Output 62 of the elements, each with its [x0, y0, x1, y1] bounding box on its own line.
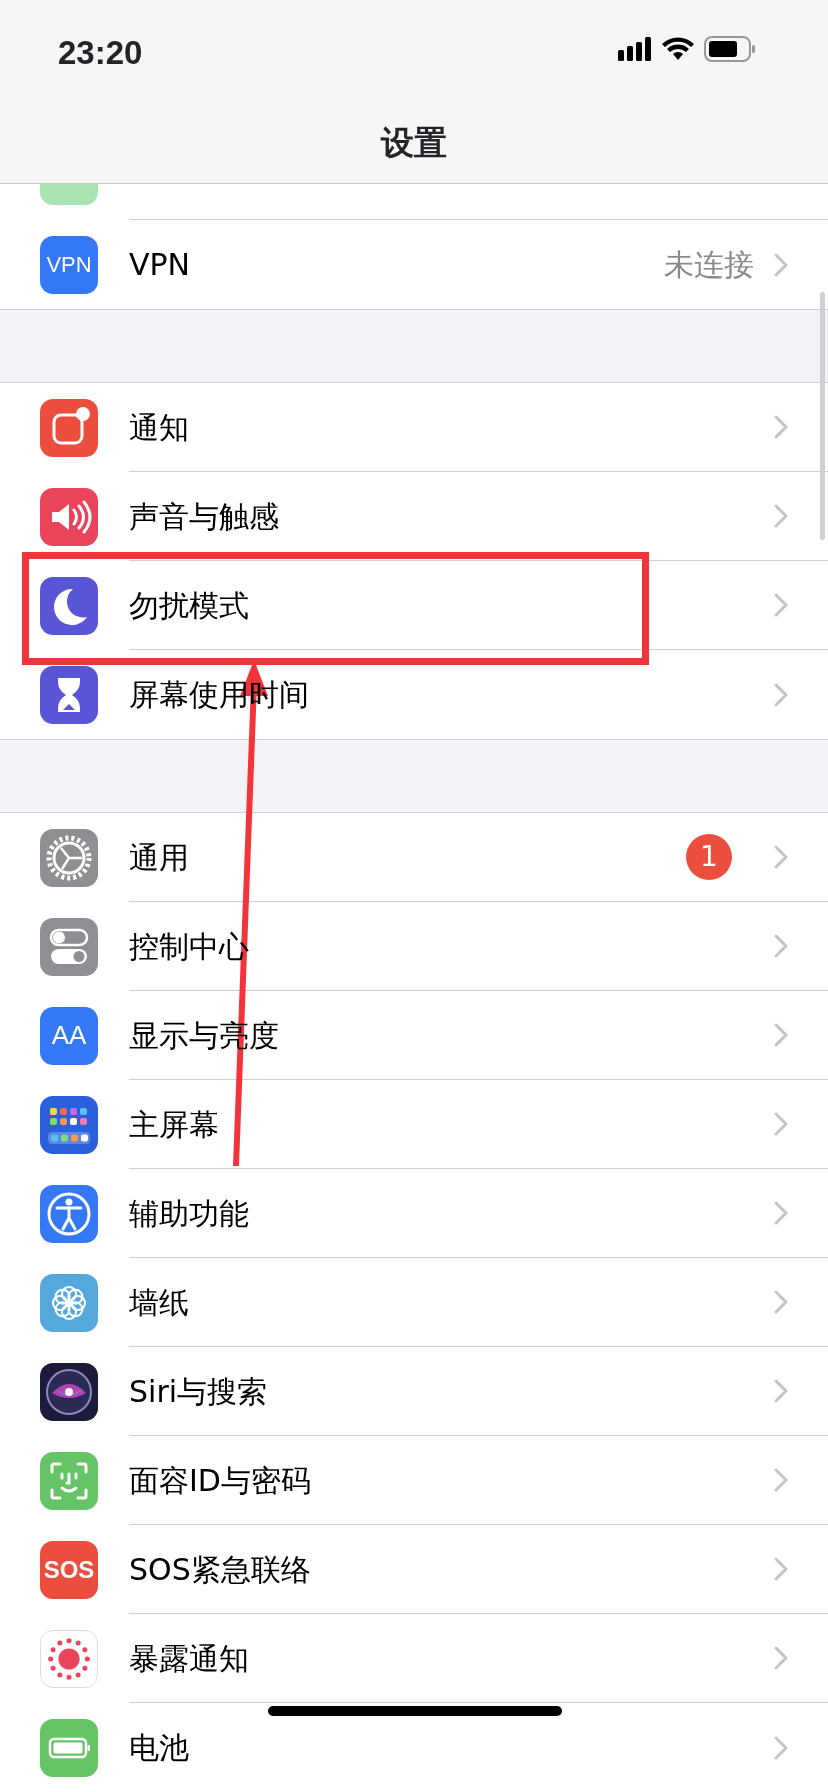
chevron-icon: [774, 682, 788, 707]
wifi-icon: [662, 37, 694, 61]
toggles-icon: [40, 917, 98, 976]
notification-badge: 1: [686, 834, 732, 880]
chevron-icon: [774, 1201, 788, 1225]
row-label: 电池: [129, 1729, 189, 1767]
moon-icon: [40, 576, 98, 635]
accessibility-icon: [40, 1184, 98, 1243]
row-label: 主屏幕: [129, 1105, 219, 1144]
row-label: 墙纸: [129, 1283, 189, 1322]
chevron-icon: [774, 1646, 788, 1670]
row-label: 勿扰模式: [129, 586, 249, 625]
chevron-icon: [774, 1735, 788, 1760]
settings-row[interactable]: VPN 未连接: [129, 220, 828, 309]
chevron-icon: [774, 593, 788, 617]
row-label: SOS紧急联络: [129, 1550, 311, 1589]
speaker-icon: [40, 487, 98, 546]
vpn-icon: VPN: [40, 235, 98, 294]
battery-status-icon: [704, 36, 756, 62]
home-screen-icon: [40, 1095, 98, 1154]
row-label: VPN: [129, 246, 191, 284]
signal-icon: [618, 37, 652, 61]
row-label: 声音与触感: [129, 497, 279, 536]
chevron-icon: [774, 1557, 788, 1581]
display-icon: AA: [40, 1006, 98, 1065]
row-label: 辅助功能: [129, 1194, 249, 1233]
page-title: 设置: [381, 122, 447, 164]
chevron-icon: [774, 934, 788, 958]
row-label: 暴露通知: [129, 1639, 249, 1678]
sos-icon: SOS: [40, 1540, 98, 1599]
chevron-icon: [774, 845, 788, 869]
settings-row[interactable]: 暴露通知: [129, 1614, 828, 1703]
chevron-icon: [774, 415, 788, 439]
row-label: 面容ID与密码: [129, 1461, 311, 1500]
settings-row[interactable]: 面容ID与密码: [129, 1436, 828, 1525]
notification-icon: [40, 398, 98, 457]
chevron-icon: [774, 252, 788, 277]
gear-icon: [40, 828, 98, 887]
flower-icon: [40, 1273, 98, 1332]
settings-row[interactable]: 电池: [129, 1703, 828, 1792]
settings-row[interactable]: 勿扰模式: [129, 561, 828, 650]
settings-row[interactable]: 主屏幕: [129, 1080, 828, 1169]
row-value: 未连接: [664, 246, 754, 284]
exposure-icon: [40, 1629, 98, 1688]
chevron-icon: [774, 504, 788, 528]
chevron-icon: [774, 1290, 788, 1314]
chevron-icon: [774, 1023, 788, 1047]
settings-row[interactable]: 墙纸: [129, 1258, 828, 1347]
row-label: 通用: [129, 838, 189, 877]
status-time: 23:20: [58, 33, 143, 73]
row-label: 通知: [129, 408, 189, 447]
row-label: Siri与搜索: [129, 1372, 268, 1411]
settings-row[interactable]: SOS紧急联络: [129, 1525, 828, 1614]
chevron-icon: [774, 1468, 788, 1492]
settings-row[interactable]: 通用 1: [129, 813, 828, 902]
settings-row[interactable]: Siri与搜索: [129, 1347, 828, 1436]
hourglass-icon: [40, 665, 98, 724]
chevron-icon: [774, 1379, 788, 1403]
settings-row[interactable]: 辅助功能: [129, 1169, 828, 1258]
battery-icon: [40, 1718, 98, 1777]
face-id-icon: [40, 1451, 98, 1510]
chevron-icon: [774, 1112, 788, 1136]
